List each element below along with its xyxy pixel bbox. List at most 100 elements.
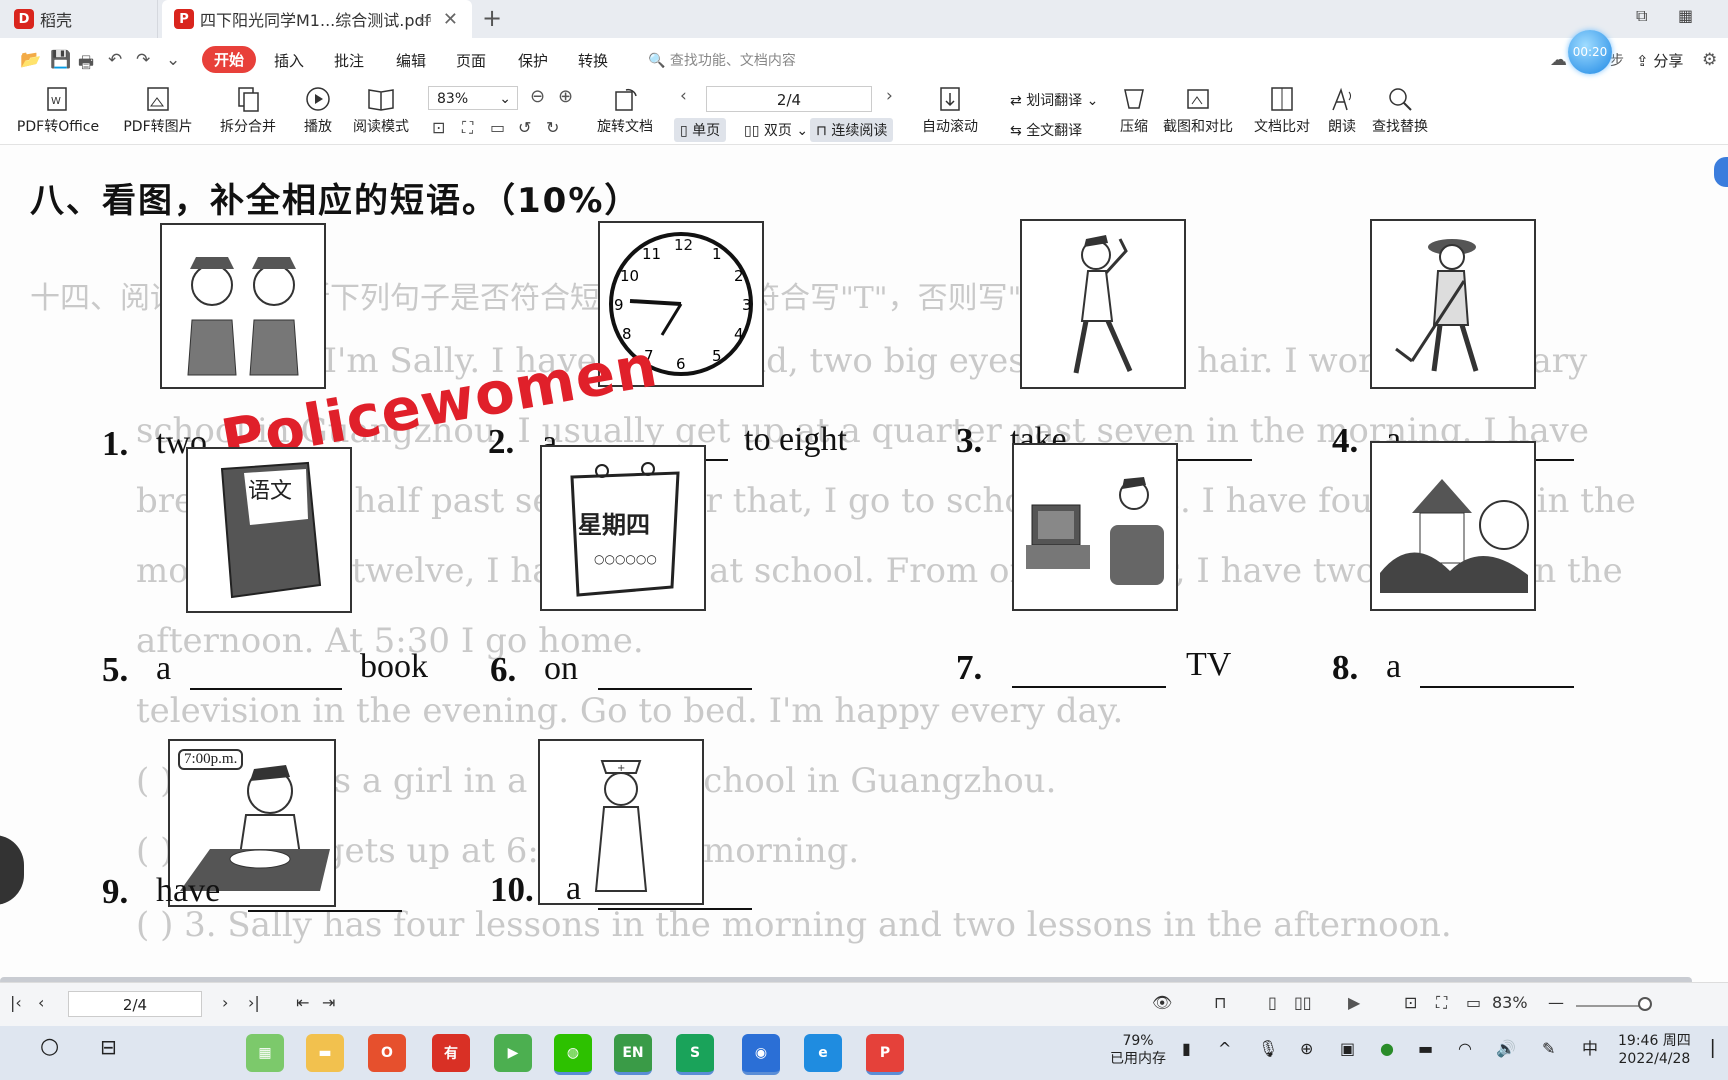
security-icon[interactable]: ● xyxy=(1380,1040,1394,1058)
close-tab-icon[interactable]: ✕ xyxy=(443,9,458,30)
find-replace-button[interactable]: 查找替换 xyxy=(1368,84,1432,136)
wechat-icon[interactable]: ◍ xyxy=(554,1034,592,1075)
screenshot-compare-button[interactable]: 截图和对比 xyxy=(1160,84,1236,136)
single-page-button[interactable]: ▯ 单页 xyxy=(674,118,727,142)
zoom-slider[interactable] xyxy=(1576,1005,1646,1007)
auto-scroll-button[interactable]: 自动滚动 xyxy=(912,84,988,136)
last-page-icon[interactable]: ›| xyxy=(248,993,260,1012)
play-button[interactable]: 播放 xyxy=(298,84,338,136)
en-app-icon[interactable]: EN xyxy=(614,1034,652,1075)
continuous-view-icon[interactable]: ⊓ xyxy=(1214,993,1226,1012)
fit-page-icon[interactable]: ⛶ xyxy=(1436,993,1447,1013)
volume-icon[interactable]: 🔊 xyxy=(1496,1040,1516,1058)
recording-timer[interactable]: 00:20 xyxy=(1568,30,1612,74)
search-icon[interactable]: ○ xyxy=(40,1036,59,1058)
zoom-out-icon[interactable]: — xyxy=(1548,993,1564,1012)
tab-home[interactable]: D 稻壳 xyxy=(0,0,158,38)
menu-annotate[interactable]: 批注 xyxy=(334,50,364,71)
wifi-icon[interactable]: ◠ xyxy=(1458,1040,1472,1058)
single-view-icon[interactable]: ▯ xyxy=(1268,993,1277,1012)
cloud-sync-icon[interactable]: ☁ xyxy=(1550,50,1567,70)
double-page-button[interactable]: ▯▯ 双页 ⌄ xyxy=(738,118,814,142)
floating-record-widget[interactable] xyxy=(0,835,24,905)
fit-width-icon[interactable]: ▭ xyxy=(490,118,505,137)
back-icon[interactable]: ⇤ xyxy=(296,993,309,1012)
task-view-icon[interactable]: ⊟ xyxy=(100,1037,117,1057)
answer-blank[interactable] xyxy=(248,910,402,912)
continuous-read-button[interactable]: ⊓ 连续阅读 xyxy=(810,118,894,142)
save-icon[interactable]: 💾 xyxy=(50,50,71,70)
new-tab-icon[interactable]: + xyxy=(482,4,502,32)
answer-blank[interactable] xyxy=(598,908,752,910)
screen-icon[interactable]: ▭ xyxy=(419,11,432,27)
first-page-icon[interactable]: |‹ xyxy=(10,993,22,1012)
prev-page-icon[interactable]: ‹ xyxy=(680,86,687,106)
file-explorer-icon[interactable]: ▬ xyxy=(306,1034,344,1072)
tab-document[interactable]: P 四下阳光同学M1...综合测试.pdf ▭ ✕ xyxy=(162,0,472,38)
next-page-icon[interactable]: › xyxy=(222,993,228,1012)
rotate-left-icon[interactable]: ↺ xyxy=(518,118,531,137)
redo-icon[interactable]: ↷ xyxy=(136,50,150,70)
tray-expand-icon[interactable]: ^ xyxy=(1218,1040,1231,1058)
side-panel-toggle[interactable] xyxy=(1714,157,1728,187)
spreadsheet-icon[interactable]: S xyxy=(676,1034,714,1075)
microphone-icon[interactable]: 🎙 xyxy=(1258,1040,1278,1058)
pdf-app-icon[interactable]: P xyxy=(866,1034,904,1075)
fit-width-icon[interactable]: ▭ xyxy=(1466,993,1481,1012)
answer-blank[interactable] xyxy=(598,688,752,690)
window-layout-icon[interactable]: ⧉ xyxy=(1636,6,1647,26)
menu-edit[interactable]: 编辑 xyxy=(396,50,426,71)
menu-page[interactable]: 页面 xyxy=(456,50,486,71)
status-page-input[interactable]: 2/4 xyxy=(68,991,202,1017)
menu-insert[interactable]: 插入 xyxy=(274,50,304,71)
pdf-to-image-button[interactable]: PDF转图片 xyxy=(118,84,198,136)
app-launcher-icon[interactable]: ▦ xyxy=(246,1034,284,1072)
rotate-right-icon[interactable]: ↻ xyxy=(546,118,559,137)
read-mode-button[interactable]: 阅读模式 xyxy=(348,84,414,136)
answer-blank[interactable] xyxy=(1012,686,1166,688)
undo-icon[interactable]: ↶ xyxy=(108,50,122,70)
eye-protect-icon[interactable]: 👁 xyxy=(1152,993,1172,1012)
youdao-icon[interactable]: 有 xyxy=(432,1034,470,1072)
open-folder-icon[interactable]: 📂 xyxy=(20,50,41,70)
more-dropdown-icon[interactable]: ⌄ xyxy=(166,50,180,70)
search-input[interactable]: 🔍 查找功能、文档内容 xyxy=(648,50,796,70)
forward-icon[interactable]: ⇥ xyxy=(322,993,335,1012)
double-view-icon[interactable]: ▯▯ xyxy=(1294,993,1312,1012)
menu-convert[interactable]: 转换 xyxy=(578,50,608,71)
rotate-document-button[interactable]: 旋转文档 xyxy=(590,84,660,136)
edge-icon[interactable]: e xyxy=(804,1034,842,1072)
fit-page-icon[interactable]: ⛶ xyxy=(462,118,473,138)
network-icon[interactable]: ⊕ xyxy=(1300,1040,1313,1058)
prev-page-icon[interactable]: ‹ xyxy=(38,993,44,1012)
zoom-select[interactable]: 83% ⌄ xyxy=(428,86,518,110)
compress-button[interactable]: 压缩 xyxy=(1114,84,1154,136)
answer-blank[interactable] xyxy=(190,688,342,690)
share-button[interactable]: ⇪ 分享 xyxy=(1636,50,1683,71)
full-translate-button[interactable]: ⇆ 全文翻译 xyxy=(1004,118,1088,142)
play-icon[interactable]: ▶ xyxy=(1348,993,1360,1012)
media-player-icon[interactable]: ▶ xyxy=(494,1034,532,1072)
pdf-to-office-button[interactable]: W PDF转Office xyxy=(8,84,108,136)
office-icon[interactable]: O xyxy=(368,1034,406,1072)
page-number-input[interactable]: 2/4 xyxy=(706,86,872,112)
zoom-out-icon[interactable]: ⊖ xyxy=(530,86,545,107)
battery-status-icon[interactable]: ▬ xyxy=(1418,1040,1433,1058)
actual-size-icon[interactable]: ⊡ xyxy=(1404,993,1417,1012)
read-aloud-button[interactable]: 朗读 xyxy=(1322,84,1362,136)
grid-menu-icon[interactable]: ▦ xyxy=(1678,6,1693,25)
zoom-in-icon[interactable]: ⊕ xyxy=(558,86,573,107)
actual-size-icon[interactable]: ⊡ xyxy=(432,118,445,137)
status-zoom[interactable]: 83% xyxy=(1492,993,1528,1012)
menu-protect[interactable]: 保护 xyxy=(518,50,548,71)
menu-start[interactable]: 开始 xyxy=(202,46,257,73)
recorder-icon[interactable]: ◉ xyxy=(742,1034,780,1075)
word-translate-button[interactable]: ⇄ 划词翻译 ⌄ xyxy=(1004,88,1104,112)
clock[interactable]: 19:46 周四 2022/4/28 xyxy=(1618,1032,1691,1068)
ime-indicator[interactable]: 中 xyxy=(1582,1040,1598,1058)
settings-icon[interactable]: ⚙ xyxy=(1702,50,1717,70)
display-icon[interactable]: ▣ xyxy=(1340,1040,1355,1058)
split-merge-button[interactable]: 拆分合并 xyxy=(208,84,288,136)
print-icon[interactable]: 🖶 xyxy=(78,50,94,79)
pen-icon[interactable]: ✎ xyxy=(1542,1040,1555,1058)
